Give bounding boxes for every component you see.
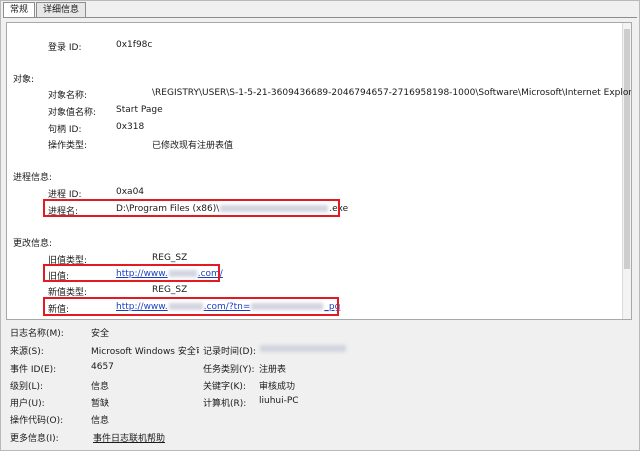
event-id-value: 4657: [91, 362, 114, 372]
old-value-type-value: REG_SZ: [152, 253, 188, 263]
process-section-heading: 进程信息:: [13, 173, 53, 183]
object-section-heading: 对象:: [13, 75, 35, 85]
operation-type-value: 已修改现有注册表值: [152, 141, 234, 151]
object-value-name-label: 对象值名称:: [48, 108, 97, 118]
logged-value: [259, 344, 347, 354]
tab-details[interactable]: 详细信息: [36, 2, 87, 17]
object-name-value: \REGISTRY\USER\S-1-5-21-3609436689-20467…: [152, 88, 632, 98]
log-name-value: 安全: [91, 329, 110, 339]
redacted-timestamp: [260, 345, 346, 352]
tab-general[interactable]: 常规: [3, 2, 36, 18]
user-value: 暂缺: [91, 399, 110, 409]
online-help-link[interactable]: 事件日志联机帮助: [93, 431, 165, 444]
event-id-label: 事件 ID(E):: [10, 365, 57, 375]
logon-id-value: 0x1f98c: [116, 40, 153, 50]
handle-id-value: 0x318: [116, 122, 145, 132]
keywords-value: 审核成功: [259, 382, 296, 392]
new-value-type-value: REG_SZ: [152, 285, 188, 295]
tab-bar: 常规 详细信息: [3, 2, 87, 18]
log-name-label: 日志名称(M):: [10, 329, 64, 339]
process-id-value: 0xa04: [116, 187, 145, 197]
user-label: 用户(U):: [10, 399, 45, 409]
keywords-label: 关键字(K):: [203, 382, 246, 392]
new-value-highlight: [43, 297, 339, 316]
opcode-label: 操作代码(O):: [10, 416, 64, 426]
opcode-value: 信息: [91, 416, 110, 426]
logon-id-label: 登录 ID:: [48, 43, 82, 53]
object-value-name-value: Start Page: [116, 105, 163, 115]
computer-value: liuhui-PC: [259, 396, 299, 406]
logged-label: 记录时间(D):: [203, 347, 256, 357]
more-info-label: 更多信息(I):: [10, 434, 59, 444]
vertical-scrollbar[interactable]: [622, 23, 631, 319]
source-value: Microsoft Windows 安全审: [91, 347, 199, 357]
task-category-value: 注册表: [259, 365, 287, 375]
scrollbar-thumb[interactable]: [624, 29, 630, 269]
tab-divider: [3, 17, 637, 18]
change-section-heading: 更改信息:: [13, 239, 53, 249]
process-name-highlight: [43, 199, 340, 217]
source-label: 来源(S):: [10, 347, 44, 357]
operation-type-label: 操作类型:: [48, 141, 88, 151]
level-value: 信息: [91, 382, 110, 392]
computer-label: 计算机(R):: [203, 399, 247, 409]
old-value-highlight: [43, 264, 220, 282]
object-name-label: 对象名称:: [48, 91, 88, 101]
handle-id-label: 句柄 ID:: [48, 125, 82, 135]
task-category-label: 任务类别(Y):: [203, 365, 255, 375]
event-properties-window: 常规 详细信息 登录 ID: 0x1f98c 对象: 对象名称: \REGIST…: [0, 0, 640, 451]
level-label: 级别(L):: [10, 382, 44, 392]
